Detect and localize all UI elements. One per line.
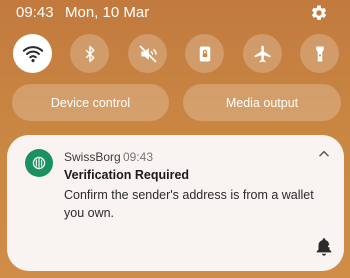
- quick-settings-row: [0, 34, 350, 74]
- rotation-toggle[interactable]: [185, 34, 224, 73]
- notification-body: Confirm the sender's address is from a w…: [64, 188, 314, 220]
- airplane-icon: [254, 45, 270, 62]
- device-control-label: Device control: [50, 95, 131, 110]
- date: Mon, 10 Mar: [65, 4, 150, 21]
- bluetooth-toggle[interactable]: [70, 34, 109, 73]
- chevron-up-icon: [319, 150, 329, 157]
- wifi-icon: [22, 45, 43, 62]
- bell-snooze-icon: [316, 238, 333, 256]
- app-icon: [25, 149, 53, 177]
- device-control-button[interactable]: Device control: [12, 84, 169, 121]
- notification-app-name: SwissBorg: [64, 150, 121, 164]
- flashlight-icon: [315, 46, 324, 61]
- snooze-button[interactable]: [313, 235, 335, 257]
- clock: 09:43: [16, 4, 54, 21]
- collapse-button[interactable]: [317, 147, 331, 161]
- media-output-button[interactable]: Media output: [183, 84, 341, 121]
- sound-toggle[interactable]: [128, 34, 167, 73]
- notification-time: 09:43: [123, 150, 154, 164]
- status-bar: 09:43 Mon, 10 Mar: [0, 0, 350, 28]
- mute-icon: [139, 45, 157, 62]
- notification-card[interactable]: SwissBorg 09:43 Verification Required Co…: [7, 135, 344, 271]
- settings-button[interactable]: [309, 3, 329, 23]
- wifi-toggle[interactable]: [13, 34, 52, 73]
- swissborg-logo-icon: [32, 156, 46, 170]
- bluetooth-icon: [85, 45, 94, 62]
- notification-title: Verification Required: [64, 168, 190, 182]
- portrait-lock-icon: [199, 46, 210, 61]
- flashlight-toggle[interactable]: [300, 34, 339, 73]
- airplane-toggle[interactable]: [243, 34, 282, 73]
- media-output-label: Media output: [225, 95, 299, 110]
- gear-icon: [311, 5, 327, 20]
